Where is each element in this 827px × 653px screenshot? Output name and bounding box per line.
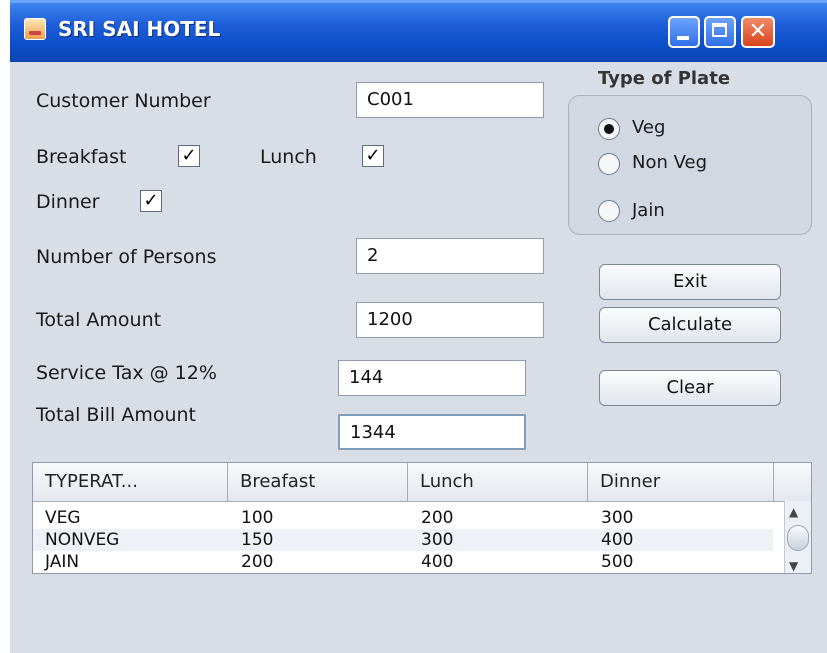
- column-header-lunch[interactable]: Lunch: [408, 463, 588, 501]
- table-row[interactable]: JAIN 200 400 500: [33, 551, 773, 573]
- column-header-type[interactable]: TYPERAT...: [33, 463, 228, 501]
- total-amount-field[interactable]: 1200: [356, 302, 544, 338]
- hotel-window: SRI SAI HOTEL ✕ Customer Number C001 Bre…: [10, 0, 827, 653]
- table-cell: JAIN: [45, 552, 80, 572]
- service-tax-field[interactable]: 144: [338, 360, 526, 396]
- plate-group-title: Type of Plate: [598, 68, 731, 89]
- table-cell: 200: [421, 508, 454, 528]
- customer-number-label: Customer Number: [36, 90, 211, 112]
- table-cell: 300: [601, 508, 634, 528]
- table-row[interactable]: NONVEG 150 300 400: [33, 529, 773, 551]
- title-bar[interactable]: SRI SAI HOTEL ✕: [10, 0, 827, 62]
- exit-button[interactable]: Exit: [599, 264, 781, 300]
- veg-radio-label[interactable]: Veg: [632, 117, 665, 138]
- breakfast-checkbox[interactable]: ✓: [178, 145, 200, 167]
- close-icon: ✕: [748, 19, 768, 44]
- table-cell: 400: [421, 552, 454, 572]
- rate-table[interactable]: TYPERAT... Breafast Lunch Dinner VEG 100…: [32, 462, 812, 574]
- clear-button[interactable]: Clear: [599, 370, 781, 406]
- table-header: TYPERAT... Breafast Lunch Dinner: [33, 463, 811, 502]
- nonveg-radio-label[interactable]: Non Veg: [632, 152, 707, 173]
- scrollbar-thumb[interactable]: [787, 525, 809, 551]
- calculate-button[interactable]: Calculate: [599, 307, 781, 343]
- close-button[interactable]: ✕: [741, 16, 775, 48]
- scroll-down-icon[interactable]: ▼: [789, 559, 798, 573]
- nonveg-radio[interactable]: [598, 153, 620, 175]
- maximize-button[interactable]: [704, 16, 736, 48]
- jain-radio-label[interactable]: Jain: [632, 200, 665, 221]
- breakfast-label: Breakfast: [36, 146, 127, 168]
- dinner-label: Dinner: [36, 191, 100, 213]
- column-header-breakfast[interactable]: Breafast: [228, 463, 408, 501]
- dinner-checkbox[interactable]: ✓: [140, 190, 162, 212]
- scroll-up-icon[interactable]: ▲: [789, 505, 798, 519]
- table-cell: 400: [601, 530, 634, 550]
- java-app-icon: [24, 18, 46, 40]
- column-header-dinner[interactable]: Dinner: [588, 463, 774, 501]
- service-tax-label: Service Tax @ 12%: [36, 362, 217, 384]
- table-cell: 500: [601, 552, 634, 572]
- window-title: SRI SAI HOTEL: [58, 17, 221, 41]
- total-bill-label: Total Bill Amount: [36, 404, 196, 426]
- persons-field[interactable]: 2: [356, 238, 544, 274]
- total-amount-label: Total Amount: [36, 309, 162, 331]
- table-cell: NONVEG: [45, 530, 120, 550]
- veg-radio[interactable]: [598, 118, 620, 140]
- table-cell: VEG: [45, 508, 81, 528]
- table-scrollbar[interactable]: ▲ ▼: [784, 501, 811, 573]
- total-bill-field[interactable]: 1344: [338, 414, 526, 450]
- minimize-button[interactable]: [668, 16, 700, 48]
- customer-number-field[interactable]: C001: [356, 82, 544, 118]
- persons-label: Number of Persons: [36, 246, 217, 268]
- table-cell: 200: [241, 552, 274, 572]
- table-row[interactable]: VEG 100 200 300: [33, 507, 773, 529]
- table-cell: 100: [241, 508, 274, 528]
- table-cell: 300: [421, 530, 454, 550]
- table-cell: 150: [241, 530, 274, 550]
- lunch-label: Lunch: [260, 146, 317, 168]
- lunch-checkbox[interactable]: ✓: [362, 145, 384, 167]
- jain-radio[interactable]: [598, 200, 620, 222]
